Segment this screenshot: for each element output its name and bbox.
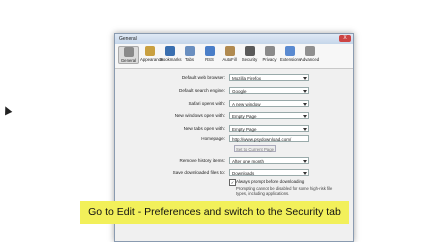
gear-icon	[304, 46, 315, 56]
general-settings-form: Default web browser: Mozilla Firefox Def…	[115, 69, 353, 209]
homepage-input[interactable]: http://www.psydownload.com/	[229, 135, 309, 142]
tab-tabs[interactable]: Tabs	[180, 46, 199, 62]
always-prompt-label: Always prompt before downloading	[236, 179, 305, 184]
remove-history-label: Remove history items:	[179, 158, 225, 163]
new-windows-select[interactable]: Empty Page	[229, 112, 309, 119]
row-save-downloads: Save downloaded files to: Downloads	[115, 169, 353, 177]
row-new-windows: New windows open with: Empty Page	[115, 112, 353, 120]
extensions-icon	[284, 46, 295, 56]
safari-opens-label: Safari opens with:	[188, 101, 225, 106]
set-current-page-button[interactable]: Set to Current Page	[234, 145, 276, 152]
row-remove-history: Remove history items: After one month	[115, 157, 353, 165]
tab-privacy[interactable]: Privacy	[260, 46, 279, 62]
row-default-search: Default search engine: Google	[115, 87, 353, 95]
appearance-icon	[144, 46, 155, 56]
tab-general[interactable]: General	[118, 46, 139, 64]
tab-bookmarks[interactable]: Bookmarks	[160, 46, 182, 62]
lock-icon	[244, 46, 255, 56]
row-default-browser: Default web browser: Mozilla Firefox	[115, 74, 353, 82]
chevron-down-icon	[303, 160, 307, 163]
chevron-down-icon	[303, 115, 307, 118]
window-titlebar: General X	[115, 34, 353, 44]
row-set-current: Set to Current Page	[115, 145, 353, 153]
tutorial-caption: Go to Edit - Preferences and switch to t…	[80, 201, 349, 224]
window-title: General	[119, 36, 137, 42]
row-always-prompt: ✓ Always prompt before downloading	[115, 178, 353, 186]
new-tabs-select[interactable]: Empty Page	[229, 125, 309, 132]
general-icon	[123, 47, 134, 57]
chevron-down-icon	[303, 128, 307, 131]
autofill-icon	[224, 46, 235, 56]
homepage-label: Homepage:	[201, 136, 225, 141]
close-button[interactable]: X	[339, 35, 351, 42]
row-homepage: Homepage: http://www.psydownload.com/	[115, 135, 353, 143]
remove-history-select[interactable]: After one month	[229, 157, 309, 164]
new-tabs-label: New tabs open with:	[183, 126, 225, 131]
tabs-icon	[184, 46, 195, 56]
safari-opens-select[interactable]: A new window	[229, 100, 309, 107]
tab-extensions[interactable]: Extensions	[280, 46, 301, 62]
preferences-toolbar: General Appearance Bookmarks Tabs RSS Au…	[115, 44, 353, 69]
save-downloads-select[interactable]: Downloads	[229, 169, 309, 176]
chevron-down-icon	[303, 172, 307, 175]
mouse-cursor-icon	[1, 104, 13, 116]
new-windows-label: New windows open with:	[174, 113, 225, 118]
tab-security[interactable]: Security	[240, 46, 259, 62]
row-new-tabs: New tabs open with: Empty Page	[115, 125, 353, 133]
bookmarks-icon	[164, 46, 175, 56]
default-search-label: Default search engine:	[179, 88, 225, 93]
tab-rss[interactable]: RSS	[200, 46, 219, 62]
default-search-select[interactable]: Google	[229, 87, 309, 94]
tab-appearance[interactable]: Appearance	[140, 46, 163, 62]
chevron-down-icon	[303, 103, 307, 106]
tab-autofill[interactable]: AutoFill	[220, 46, 239, 62]
always-prompt-checkbox[interactable]: ✓	[229, 179, 236, 186]
chevron-down-icon	[303, 77, 307, 80]
row-prompt-note: Prompting cannot be disabled for some hi…	[115, 186, 353, 198]
rss-icon	[204, 46, 215, 56]
prompt-note-text: Prompting cannot be disabled for some hi…	[236, 186, 333, 196]
default-browser-label: Default web browser:	[181, 75, 225, 80]
save-downloads-label: Save downloaded files to:	[172, 170, 225, 175]
default-browser-select[interactable]: Mozilla Firefox	[229, 74, 309, 81]
row-safari-opens: Safari opens with: A new window	[115, 100, 353, 108]
chevron-down-icon	[303, 90, 307, 93]
privacy-icon	[264, 46, 275, 56]
tab-advanced[interactable]: Advanced	[300, 46, 319, 62]
